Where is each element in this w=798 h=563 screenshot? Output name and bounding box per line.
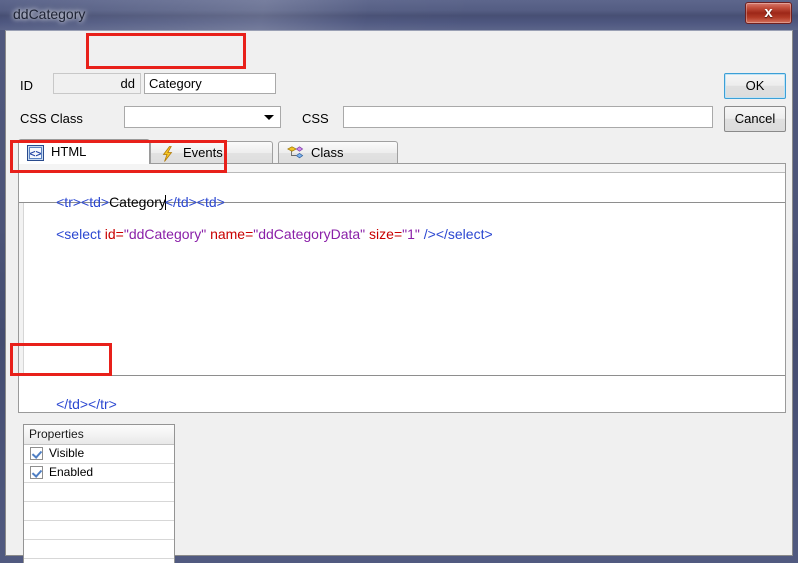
- properties-header-label: Properties: [29, 427, 84, 441]
- tab-html[interactable]: <> HTML: [18, 139, 150, 164]
- tab-html-label: HTML: [51, 144, 87, 159]
- properties-header: Properties: [24, 425, 174, 445]
- tab-events-label: Events: [183, 145, 223, 160]
- ok-button[interactable]: OK: [724, 73, 786, 99]
- tab-class[interactable]: Class: [278, 141, 398, 164]
- code-token: /></select>: [423, 226, 493, 242]
- css-input[interactable]: [343, 106, 713, 128]
- editor-separator-bottom: [19, 375, 785, 376]
- code-token: "ddCategoryData": [253, 226, 370, 242]
- code-token: Category: [109, 194, 166, 210]
- code-token: name=: [210, 226, 254, 242]
- list-item-label: Visible: [49, 446, 85, 460]
- dialog-client-area: ID dd Category CSS Class CSS OK Cancel <…: [5, 30, 793, 563]
- code-line-tail[interactable]: </td></tr>: [19, 380, 117, 428]
- editor-top-strip: [19, 164, 785, 173]
- code-token: id=: [104, 226, 124, 242]
- code-token: "ddCategory": [123, 226, 211, 242]
- list-item[interactable]: [24, 540, 174, 559]
- class-diamonds-icon: [287, 146, 304, 162]
- list-item-label: Enabled: [49, 465, 94, 479]
- tab-events[interactable]: Events: [150, 141, 273, 164]
- chevron-down-icon: [264, 115, 274, 120]
- list-item[interactable]: [24, 521, 174, 540]
- lightning-bolt-icon: [159, 146, 176, 162]
- close-button[interactable]: x: [745, 2, 792, 24]
- tab-class-label: Class: [311, 145, 344, 160]
- checkbox-visible[interactable]: [30, 447, 43, 460]
- cancel-button[interactable]: Cancel: [724, 106, 786, 132]
- close-icon: x: [764, 4, 773, 21]
- id-prefix-field[interactable]: dd: [53, 73, 141, 94]
- list-item[interactable]: [24, 502, 174, 521]
- code-token: </td></tr>: [56, 396, 117, 412]
- html-code-editor[interactable]: <tr><td>Category</td><td> <select id="dd…: [18, 163, 786, 413]
- properties-list[interactable]: Properties Visible Enabled: [23, 424, 175, 563]
- tab-strip: <> HTML Events Class: [18, 139, 786, 164]
- code-token: </td><td>: [164, 194, 225, 210]
- list-item[interactable]: [24, 483, 174, 502]
- code-line-body[interactable]: <select id="ddCategory" name="ddCategory…: [19, 210, 493, 258]
- id-label: ID: [20, 78, 33, 93]
- css-label: CSS: [302, 111, 329, 126]
- title-bar[interactable]: ddCategory x: [0, 0, 798, 30]
- id-name-input[interactable]: Category: [144, 73, 276, 94]
- code-token: <tr><td>: [56, 194, 110, 210]
- code-token: <select: [56, 226, 105, 242]
- code-token: "1": [402, 226, 424, 242]
- dialog-window: ddCategory x ID dd Category CSS Class CS…: [0, 0, 798, 563]
- css-class-dropdown[interactable]: [124, 106, 281, 128]
- css-class-label: CSS Class: [20, 111, 83, 126]
- code-brackets-icon: <>: [27, 145, 44, 161]
- checkbox-enabled[interactable]: [30, 466, 43, 479]
- list-item[interactable]: Visible: [24, 445, 174, 464]
- code-token: size=: [369, 226, 403, 242]
- svg-text:<>: <>: [30, 149, 42, 160]
- window-title: ddCategory: [13, 6, 86, 22]
- list-item[interactable]: [24, 559, 174, 563]
- list-item[interactable]: Enabled: [24, 464, 174, 483]
